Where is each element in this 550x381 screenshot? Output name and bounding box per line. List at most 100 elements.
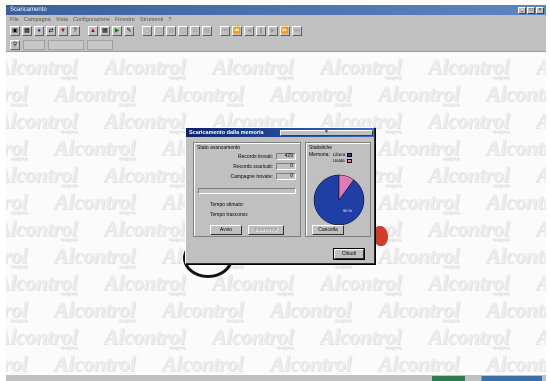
watermark-tile: Alcontrolstorage test	[104, 162, 186, 189]
zoom-icon[interactable]: ▢	[142, 26, 152, 36]
memory-pie-chart: 90 %	[313, 174, 365, 226]
watermark-tile: Alcontrolstorage test	[536, 162, 546, 189]
cancel-button[interactable]: Cancella	[312, 225, 344, 235]
watermark-tile: Alcontrolstorage test	[378, 135, 460, 162]
pause-icon[interactable]: ❚	[256, 26, 266, 36]
watermark-tile: Alcontrolstorage test	[536, 270, 546, 297]
memory-label: Memoria:	[309, 152, 330, 158]
menu-file[interactable]: File	[10, 17, 19, 23]
last-icon[interactable]: ⏭	[292, 26, 302, 36]
watermark-tile: Alcontrolstorage test	[320, 54, 402, 81]
watermark-tile: Alcontrolstorage test	[486, 297, 546, 322]
watermark-tile: Alcontrolstorage test	[486, 135, 546, 160]
watermark-tile: Alcontrolstorage test	[212, 324, 294, 351]
help-icon[interactable]: ?	[70, 26, 80, 36]
elapsed-time-label: Tempo stimato:	[210, 202, 244, 208]
watermark-tile: Alcontrolstorage test	[104, 108, 186, 135]
watermark-tile: Alcontrolstorage test	[428, 270, 510, 297]
print-icon[interactable]: ▢	[178, 26, 188, 36]
watermark-tile: Alcontrolstorage test	[54, 351, 136, 374]
watermark-tile: Alcontrolstorage test	[428, 54, 510, 81]
first-icon[interactable]: ⏮	[220, 26, 230, 36]
dialog-titlebar: Scaricamento dalla memoria ×	[186, 128, 374, 137]
watermark-tile: Alcontrolstorage test	[104, 270, 186, 297]
save-icon[interactable]: ▦	[22, 26, 32, 36]
watermark-tile: Alcontrolstorage test	[212, 54, 294, 81]
play-icon[interactable]: ▶	[268, 26, 278, 36]
edit-icon[interactable]: ✎	[124, 26, 134, 36]
cursor-icon[interactable]: ▢	[154, 26, 164, 36]
status-group: Stato avanzamento Records trovati: 429 R…	[193, 142, 301, 237]
start-button[interactable]: Avvio	[210, 225, 242, 235]
connector-decoration	[374, 226, 388, 246]
interrupt-button[interactable]: Interrompi	[248, 225, 284, 235]
toolbar-field-3[interactable]	[87, 39, 113, 50]
record-icon[interactable]: ●	[34, 26, 44, 36]
connect-icon[interactable]: ⇄	[46, 26, 56, 36]
list-icon[interactable]: ☰	[190, 26, 200, 36]
records-found-value: 429	[276, 153, 296, 160]
watermark-tile: Alcontrolstorage test	[428, 216, 510, 243]
app-title: Scaricamento	[10, 7, 47, 13]
menu-configurazione[interactable]: Configurazione	[73, 17, 110, 23]
table-icon[interactable]: ▦	[100, 26, 110, 36]
watermark-tile: Alcontrolstorage test	[536, 216, 546, 243]
minimize-button[interactable]: _	[518, 6, 526, 14]
app-titlebar: Scaricamento _ □ ×	[6, 5, 546, 15]
search-icon[interactable]: ⚲	[10, 39, 20, 50]
rewind-icon[interactable]: ⏪	[232, 26, 242, 36]
legend-free-label: Libera	[332, 152, 346, 157]
toolbar-field-2[interactable]	[48, 39, 84, 50]
watermark-tile: Alcontrolstorage test	[6, 216, 78, 243]
watermark-tile: Alcontrolstorage test	[270, 81, 352, 108]
watermark-tile: Alcontrolstorage test	[486, 351, 546, 374]
remaining-time-label: Tempo trascorso:	[210, 212, 249, 218]
properties-icon[interactable]: ▤	[202, 26, 212, 36]
watermark-tile: Alcontrolstorage test	[104, 216, 186, 243]
menu-vista[interactable]: Vista	[56, 17, 68, 23]
export-icon[interactable]: ▶	[112, 26, 122, 36]
watermark-tile: Alcontrolstorage test	[378, 189, 460, 216]
close-button[interactable]: ×	[536, 6, 544, 14]
watermark-tile: Alcontrolstorage test	[320, 270, 402, 297]
menu-finestre[interactable]: Finestre	[115, 17, 135, 23]
campaigns-found-value: 0	[276, 173, 296, 180]
legend-used: Usata	[333, 158, 353, 163]
download-progress-bar	[198, 188, 296, 194]
toolbar-field-1[interactable]	[23, 39, 45, 50]
records-downloaded-row: Records scaricati: 0	[198, 163, 296, 170]
watermark-tile: Alcontrolstorage test	[6, 270, 78, 297]
open-icon[interactable]: ▣	[10, 26, 20, 36]
records-found-label: Records trovati:	[237, 153, 273, 160]
watermark-tile: Alcontrolstorage test	[320, 324, 402, 351]
watermark-tile: Alcontrolstorage test	[378, 351, 460, 374]
watermark-tile: Alcontrolstorage test	[428, 162, 510, 189]
grid-icon[interactable]: ▤	[166, 26, 176, 36]
dialog-close-button[interactable]: ×	[280, 129, 373, 136]
dialog-title: Scaricamento dalla memoria	[189, 129, 264, 136]
watermark-tile: Alcontrolstorage test	[6, 324, 78, 351]
legend-free: Libera	[333, 152, 353, 157]
watermark-tile: Alcontrolstorage test	[162, 81, 244, 108]
watermark-tile: Alcontrolstorage test	[486, 243, 546, 268]
forward-icon[interactable]: ⏩	[280, 26, 290, 36]
menu-strumenti[interactable]: Strumenti	[140, 17, 164, 23]
watermark-tile: Alcontrolstorage test	[6, 162, 78, 189]
prev-icon[interactable]: ◀	[244, 26, 254, 36]
download-dialog: Scaricamento dalla memoria × Stato avanz…	[185, 127, 375, 264]
watermark-tile: Alcontrolstorage test	[6, 135, 28, 162]
dialog-close-btn[interactable]: Chiudi	[333, 248, 365, 260]
watermark-tile: Alcontrolstorage test	[536, 324, 546, 351]
watermark-tile: Alcontrolstorage test	[6, 81, 28, 108]
menu-campagna[interactable]: Campagna	[24, 17, 51, 23]
stats-group: Statistiche Memoria: Libera Usata 90 %	[305, 142, 371, 237]
legend-free-swatch	[347, 152, 353, 157]
legend-used-label: Usata	[332, 158, 345, 163]
download-icon[interactable]: ▼	[58, 26, 68, 36]
maximize-button[interactable]: □	[527, 6, 535, 14]
watermark-tile: Alcontrolstorage test	[6, 54, 78, 81]
chart-icon[interactable]: ▲	[88, 26, 98, 36]
menu-help[interactable]: ?	[168, 17, 171, 23]
watermark-tile: Alcontrolstorage test	[162, 351, 244, 374]
watermark-tile: Alcontrolstorage test	[6, 243, 28, 270]
